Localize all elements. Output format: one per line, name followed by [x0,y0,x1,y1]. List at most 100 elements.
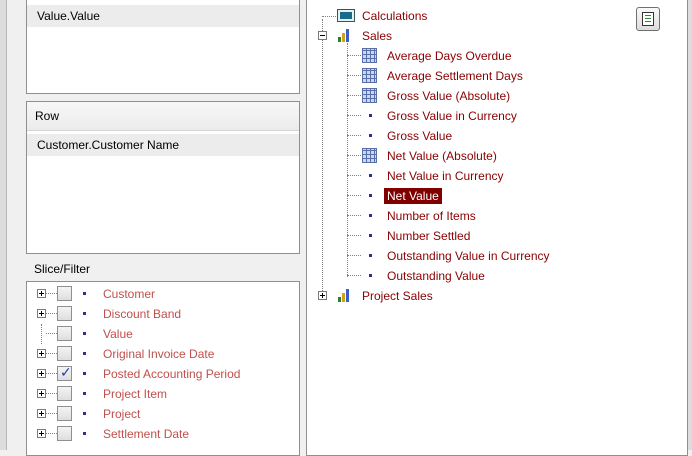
dimension-dot-icon [83,372,86,375]
filter-checkbox[interactable] [57,426,72,441]
tree-node-label: Outstanding Value in Currency [387,249,550,263]
tree-connector [46,413,57,414]
tree-node-measure[interactable]: Average Settlement Days [307,66,667,86]
slice-filter-item[interactable]: Original Invoice Date [27,344,297,364]
expand-icon[interactable] [318,291,327,300]
tree-options-button[interactable] [636,7,660,31]
dimension-dot-icon [83,292,86,295]
slice-filter-item[interactable]: Discount Band [27,304,297,324]
tree-node-label: Net Value [384,188,442,204]
collapse-icon[interactable] [318,31,327,40]
tree-node-measure[interactable]: Outstanding Value [307,266,667,286]
tree-node-project-sales[interactable]: Project Sales [307,286,667,306]
tree-connector [46,313,57,314]
dimension-dot-icon [83,432,86,435]
tree-connector [46,393,57,394]
filter-checkbox[interactable] [57,326,72,341]
row-field-item[interactable]: Customer.Customer Name [27,134,299,156]
filter-checkbox[interactable] [57,286,72,301]
bar-chart-icon [338,28,354,42]
measure-dot-icon [369,254,372,257]
slice-filter-item-label: Settlement Date [103,427,190,441]
tree-node-measure[interactable]: Gross Value in Currency [307,106,667,126]
slice-filter-label: Slice/Filter [34,262,91,276]
expand-icon[interactable] [37,289,46,298]
slice-filter-item[interactable]: Project Item [27,384,297,404]
tree-connector [347,95,361,96]
measure-dot-icon [369,274,372,277]
tree-node-sales[interactable]: Sales [307,26,667,46]
expand-icon[interactable] [37,429,46,438]
tree-connector [46,333,57,334]
row-panel-header: Row [27,102,299,131]
list-icon [642,12,654,26]
measure-dot-icon [369,114,372,117]
filter-checkbox[interactable] [57,346,72,361]
tree-node-label: Sales [362,29,393,43]
slice-filter-item-label: Customer [103,287,156,301]
tree-node-measure[interactable]: Number of Items [307,206,667,226]
measure-grid-icon [362,88,377,103]
tree-node-measure[interactable]: Gross Value [307,126,667,146]
expand-icon[interactable] [37,389,46,398]
expand-icon[interactable] [37,409,46,418]
tree-connector [347,155,361,156]
measure-dot-icon [369,194,372,197]
tree-node-label: Project Sales [362,289,433,303]
tree-connector [347,275,361,276]
value-panel[interactable]: Value.Value [26,0,300,94]
row-panel[interactable]: Row Customer.Customer Name [26,101,300,254]
tree-node-measure[interactable]: Gross Value (Absolute) [307,86,667,106]
tree-connector [347,55,361,56]
tree-node-measure[interactable]: Average Days Overdue [307,46,667,66]
measure-grid-icon [362,68,377,83]
slice-filter-item-label: Project [103,407,141,421]
slice-filter-list[interactable]: Customer Discount Band Value Original Invoi… [26,281,300,456]
measure-dot-icon [369,214,372,217]
expand-icon[interactable] [37,369,46,378]
slice-filter-item[interactable]: Settlement Date [27,424,297,444]
tree-connector [347,235,361,236]
measure-dot-icon [369,134,372,137]
tree-node-label: Net Value in Currency [387,169,504,183]
tree-connector [347,75,361,76]
tree-connector [347,135,361,136]
slice-filter-item[interactable]: Project [27,404,297,424]
tree-node-label: Net Value (Absolute) [387,149,497,163]
dimension-dot-icon [83,352,86,355]
expand-icon[interactable] [37,309,46,318]
filter-checkbox[interactable] [57,386,72,401]
tree-connector [347,255,361,256]
slice-filter-item[interactable]: Customer [27,284,297,304]
filter-checkbox[interactable] [57,306,72,321]
tree-node-measure[interactable]: Outstanding Value in Currency [307,246,667,266]
tree-connector [46,293,57,294]
slice-filter-item-label: Original Invoice Date [103,347,215,361]
slice-filter-item-label: Posted Accounting Period [103,367,241,381]
tree-node-measure[interactable]: Net Value (Absolute) [307,146,667,166]
field-tree[interactable]: Calculations Sales Project Sales Average… [306,0,688,456]
slice-filter-item-label: Discount Band [103,307,182,321]
value-field-item[interactable]: Value.Value [27,5,299,27]
tree-node-label: Gross Value in Currency [387,109,517,123]
tree-connector [347,175,361,176]
tree-connector [347,115,361,116]
tree-connector [46,353,57,354]
filter-checkbox[interactable]: ✓ [57,364,72,381]
slice-filter-item[interactable]: Value [27,324,297,344]
tree-connector [46,433,57,434]
dimension-dot-icon [83,412,86,415]
tree-connector [347,215,361,216]
filter-checkbox[interactable] [57,406,72,421]
tree-node-label: Average Days Overdue [387,49,512,63]
slice-filter-item-label: Value [103,327,133,341]
tree-node-measure[interactable]: Net Value [307,186,667,206]
expand-icon[interactable] [37,349,46,358]
slice-filter-item[interactable]: ✓ Posted Accounting Period [27,364,297,384]
measure-dot-icon [369,174,372,177]
slice-filter-item-label: Project Item [103,387,168,401]
tree-node-measure[interactable]: Number Settled [307,226,667,246]
dimension-dot-icon [83,332,86,335]
tree-node-calculations[interactable]: Calculations [307,6,667,26]
tree-node-measure[interactable]: Net Value in Currency [307,166,667,186]
